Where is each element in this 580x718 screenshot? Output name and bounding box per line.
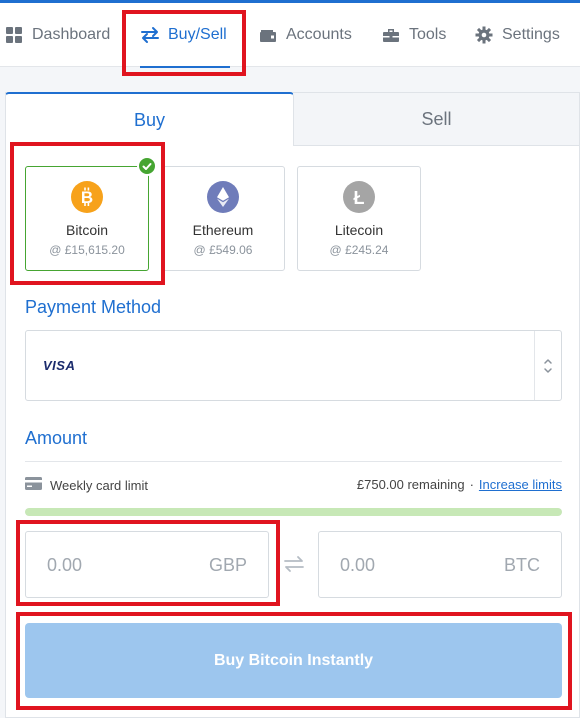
coin-card-ethereum[interactable]: Ethereum @ £549.06 (161, 166, 285, 271)
selected-check-icon (137, 156, 157, 176)
card-limit-row: Weekly card limit £750.00 remaining · In… (25, 477, 562, 495)
tab-buy[interactable]: Buy (5, 92, 294, 146)
coin-price: @ £15,615.20 (49, 243, 125, 257)
dashboard-grid-icon (4, 25, 24, 45)
coin-name: Litecoin (334, 222, 384, 238)
divider (25, 461, 562, 462)
swap-currency-icon[interactable] (282, 552, 306, 576)
nav-buy-sell[interactable]: Buy/Sell (140, 3, 227, 67)
nav-accounts-label: Accounts (286, 26, 352, 43)
bitcoin-icon: B (71, 181, 103, 213)
fiat-amount-value: 0.00 (47, 555, 83, 575)
toolbox-icon (381, 25, 401, 45)
limit-separator: · (469, 477, 474, 492)
top-nav: Dashboard Buy/Sell Accounts Tools Settin… (0, 3, 580, 68)
crypto-currency-label: BTC (504, 555, 540, 575)
amount-title: Amount (25, 428, 88, 448)
active-tab-underline (140, 66, 230, 68)
litecoin-icon: Ł (343, 181, 375, 213)
limit-remaining: £750.00 remaining (356, 477, 465, 492)
tab-buy-label: Buy (133, 109, 166, 130)
buy-bitcoin-button[interactable]: Buy Bitcoin Instantly (25, 623, 562, 698)
coin-price: @ £245.24 (329, 243, 389, 257)
coin-name: Ethereum (192, 222, 254, 238)
swap-arrows-icon (140, 25, 160, 45)
svg-text:Ł: Ł (354, 188, 365, 208)
select-arrows-icon (535, 331, 561, 400)
fiat-currency-label: GBP (208, 555, 247, 575)
crypto-amount-value: 0.00 (340, 555, 376, 575)
coin-card-litecoin[interactable]: Ł Litecoin @ £245.24 (297, 166, 421, 271)
tab-sell-label: Sell (421, 108, 452, 129)
nav-accounts[interactable]: Accounts (258, 3, 352, 67)
payment-method-title: Payment Method (25, 297, 162, 317)
nav-settings[interactable]: Settings (474, 3, 560, 67)
nav-tools-label: Tools (409, 26, 447, 43)
coin-name: Bitcoin (65, 222, 109, 238)
coin-price: @ £549.06 (193, 243, 253, 257)
limit-progress-bar (25, 508, 562, 516)
tab-sell[interactable]: Sell (294, 92, 580, 146)
buy-button-label: Buy Bitcoin Instantly (213, 651, 374, 669)
nav-buy-sell-label: Buy/Sell (168, 26, 227, 43)
crypto-amount-input[interactable]: 0.00 BTC (318, 531, 562, 598)
payment-method-select[interactable]: VISA (25, 330, 562, 401)
fiat-amount-input[interactable]: 0.00 GBP (25, 531, 269, 598)
visa-logo: VISA (43, 358, 76, 373)
nav-settings-label: Settings (502, 26, 560, 43)
limit-label: Weekly card limit (50, 477, 149, 493)
credit-card-icon (25, 477, 42, 493)
nav-tools[interactable]: Tools (381, 3, 446, 67)
svg-text:B: B (81, 188, 93, 207)
gear-icon (474, 25, 494, 45)
nav-dashboard[interactable]: Dashboard (4, 3, 110, 67)
increase-limits-link[interactable]: Increase limits (479, 477, 562, 492)
ethereum-icon (207, 181, 239, 213)
coin-card-bitcoin[interactable]: B Bitcoin @ £15,615.20 (25, 166, 149, 271)
limit-progress-fill (25, 508, 562, 516)
nav-dashboard-label: Dashboard (32, 26, 111, 43)
wallet-icon (258, 25, 278, 45)
